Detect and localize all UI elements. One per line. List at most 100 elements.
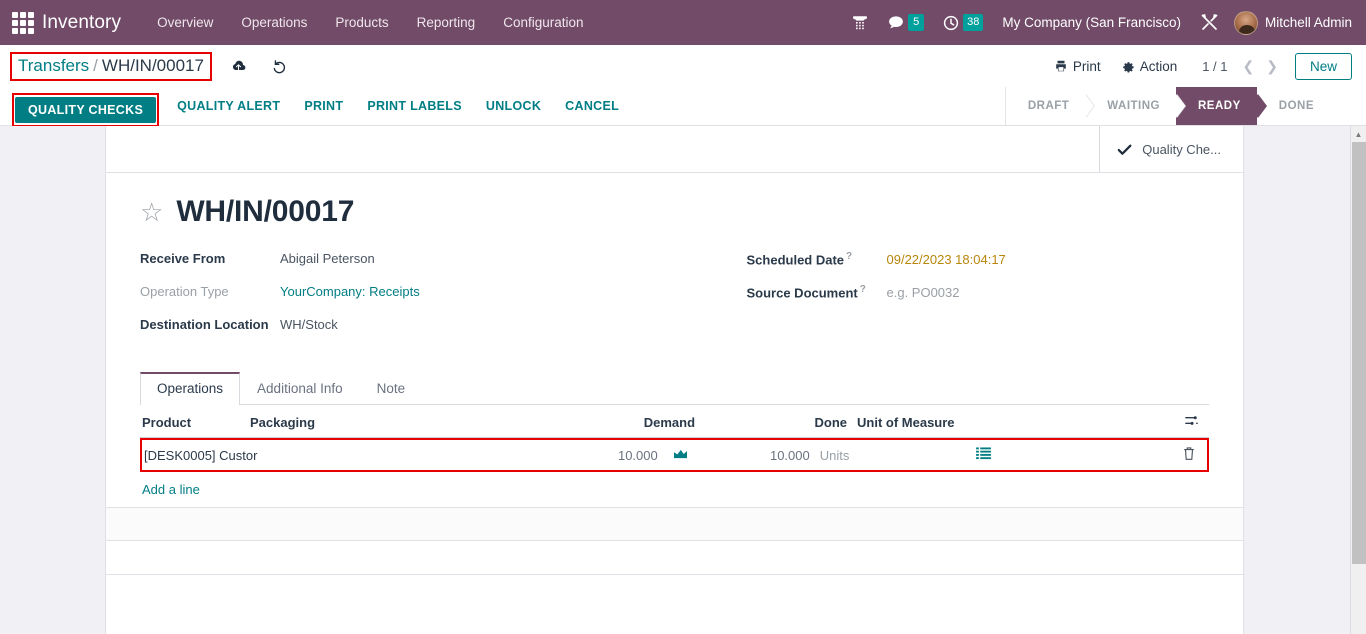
smart-button-quality-checks[interactable]: Quality Che... — [1099, 126, 1243, 172]
help-tooltip-icon[interactable]: ? — [846, 251, 852, 262]
cell-demand[interactable]: 10.000 — [438, 448, 658, 463]
operations-table: Product Packaging Demand Done Unit of Me… — [140, 407, 1209, 507]
column-settings-icon[interactable] — [1173, 413, 1209, 431]
navbar-systray: 5 38 My Company (San Francisco) Mitchell… — [842, 9, 1356, 36]
control-panel: Transfers / WH/IN/00017 — [0, 45, 1366, 126]
field-label-scheduled-date: Scheduled Date? — [747, 251, 887, 267]
add-line-row: Add a line — [140, 472, 1209, 507]
pager-counter[interactable]: 1 / 1 — [1188, 59, 1235, 74]
activities-badge-count: 38 — [963, 14, 983, 31]
notebook: Operations Additional Info Note Product … — [140, 372, 1209, 507]
action-label: Action — [1140, 59, 1178, 74]
unlock-button[interactable]: UNLOCK — [474, 93, 553, 119]
print-button[interactable]: Print — [1045, 55, 1110, 78]
action-button[interactable]: Action — [1112, 55, 1187, 78]
notebook-tabs: Operations Additional Info Note — [140, 372, 1209, 405]
user-menu[interactable]: Mitchell Admin — [1265, 15, 1356, 30]
statusbar-buttons: QUALITY CHECKS QUALITY ALERT PRINT PRINT… — [12, 89, 631, 123]
cell-done[interactable]: 10.000 — [704, 448, 814, 463]
apps-grid-icon[interactable] — [12, 12, 34, 34]
tab-note[interactable]: Note — [360, 372, 423, 405]
menu-item-reporting[interactable]: Reporting — [403, 9, 490, 36]
company-switcher[interactable]: My Company (San Francisco) — [992, 10, 1191, 35]
table-header-row: Product Packaging Demand Done Unit of Me… — [140, 407, 1209, 438]
cell-product[interactable]: [DESK0005] Custor — [142, 448, 257, 463]
tab-operations[interactable]: Operations — [140, 372, 240, 405]
trash-icon[interactable] — [1171, 446, 1207, 464]
new-button[interactable]: New — [1295, 53, 1352, 80]
statusbar-row: QUALITY CHECKS QUALITY ALERT PRINT PRINT… — [0, 87, 1366, 125]
menu-item-operations[interactable]: Operations — [227, 9, 321, 36]
field-value-operation-type[interactable]: YourCompany: Receipts — [280, 284, 420, 299]
scheduled-date-label-text: Scheduled Date — [747, 252, 845, 267]
field-label-destination-location: Destination Location — [140, 317, 280, 332]
breadcrumb-parent-transfers[interactable]: Transfers — [18, 56, 89, 76]
scroll-up-arrow-icon[interactable]: ▲ — [1351, 126, 1366, 142]
column-header-product: Product — [140, 415, 250, 430]
quality-checks-button[interactable]: QUALITY CHECKS — [15, 97, 156, 123]
form-sheet-body: ☆ WH/IN/00017 Receive From Abigail Peter… — [106, 173, 1243, 507]
cancel-button[interactable]: CANCEL — [553, 93, 631, 119]
field-label-operation-type: Operation Type — [140, 284, 280, 299]
field-value-destination-location[interactable]: WH/Stock — [280, 317, 338, 332]
field-value-source-document[interactable]: e.g. PO0032 — [887, 285, 960, 300]
star-outline-icon[interactable]: ☆ — [140, 199, 163, 225]
column-header-unit-of-measure: Unit of Measure — [851, 415, 971, 430]
status-stage-waiting[interactable]: WAITING — [1085, 87, 1176, 125]
field-value-scheduled-date[interactable]: 09/22/2023 18:04:17 — [887, 252, 1006, 267]
messages-counter[interactable]: 5 — [878, 10, 933, 36]
quality-alert-button[interactable]: QUALITY ALERT — [165, 93, 292, 119]
area-chart-icon[interactable] — [658, 447, 704, 463]
cell-unit-of-measure[interactable]: Units — [814, 448, 934, 463]
breadcrumb-highlight-box: Transfers / WH/IN/00017 — [10, 52, 212, 81]
status-stage-done[interactable]: DONE — [1257, 87, 1330, 125]
chat-bubble-icon — [887, 14, 905, 32]
scroll-thumb[interactable] — [1352, 142, 1366, 564]
vertical-scrollbar[interactable]: ▲ — [1350, 126, 1366, 634]
avatar[interactable] — [1234, 11, 1258, 35]
quality-checks-highlight-box: QUALITY CHECKS — [12, 93, 159, 127]
tools-wrench-icon[interactable] — [1191, 9, 1228, 36]
help-tooltip-icon[interactable]: ? — [860, 284, 866, 295]
source-document-label-text: Source Document — [747, 285, 858, 300]
check-mark-icon — [1116, 141, 1133, 158]
menu-item-overview[interactable]: Overview — [143, 9, 227, 36]
field-scheduled-date: Scheduled Date? 09/22/2023 18:04:17 — [747, 251, 1210, 284]
chevron-right-icon[interactable]: ❯ — [1261, 56, 1283, 77]
column-header-demand: Demand — [475, 415, 695, 430]
activities-counter[interactable]: 38 — [933, 10, 992, 36]
print-labels-button[interactable]: PRINT LABELS — [355, 93, 474, 119]
cloud-upload-icon[interactable] — [222, 56, 255, 77]
field-label-receive-from: Receive From — [140, 251, 280, 266]
tab-additional-info[interactable]: Additional Info — [240, 372, 360, 405]
sheet-filler-bottom — [106, 574, 1243, 628]
menu-item-products[interactable]: Products — [321, 9, 402, 36]
print-label: Print — [1073, 59, 1101, 74]
page-title: WH/IN/00017 — [176, 195, 354, 229]
column-header-done: Done — [741, 415, 851, 430]
breadcrumb: Transfers / WH/IN/00017 — [10, 52, 296, 81]
field-source-document: Source Document? e.g. PO0032 — [747, 284, 1210, 317]
print-statusbar-button[interactable]: PRINT — [292, 93, 355, 119]
row-highlight-box: [DESK0005] Custor 10.000 10.000 Units — [140, 438, 1209, 472]
phone-dialpad-icon[interactable] — [842, 10, 878, 36]
detailed-operations-list-icon[interactable] — [934, 447, 1171, 463]
column-header-packaging: Packaging — [250, 415, 475, 430]
menu-item-configuration[interactable]: Configuration — [489, 9, 597, 36]
table-row[interactable]: [DESK0005] Custor 10.000 10.000 Units — [142, 440, 1207, 470]
clock-icon — [942, 14, 960, 32]
control-panel-top: Transfers / WH/IN/00017 — [0, 45, 1366, 87]
status-stage-ready[interactable]: READY — [1176, 87, 1257, 125]
control-panel-actions: Print Action 1 / 1 ❮ ❯ New — [1045, 53, 1352, 80]
field-receive-from: Receive From Abigail Peterson — [140, 251, 675, 284]
messages-badge-count: 5 — [908, 14, 924, 31]
field-group-right: Scheduled Date? 09/22/2023 18:04:17 Sour… — [675, 251, 1210, 350]
sheet-filler-section — [106, 540, 1243, 574]
status-stage-draft[interactable]: DRAFT — [1006, 87, 1085, 125]
app-brand-inventory[interactable]: Inventory — [42, 12, 121, 34]
chevron-left-icon[interactable]: ❮ — [1238, 56, 1260, 77]
field-value-receive-from[interactable]: Abigail Peterson — [280, 251, 375, 266]
undo-icon[interactable] — [263, 56, 296, 77]
field-destination-location: Destination Location WH/Stock — [140, 317, 675, 350]
add-a-line-button[interactable]: Add a line — [140, 472, 202, 507]
